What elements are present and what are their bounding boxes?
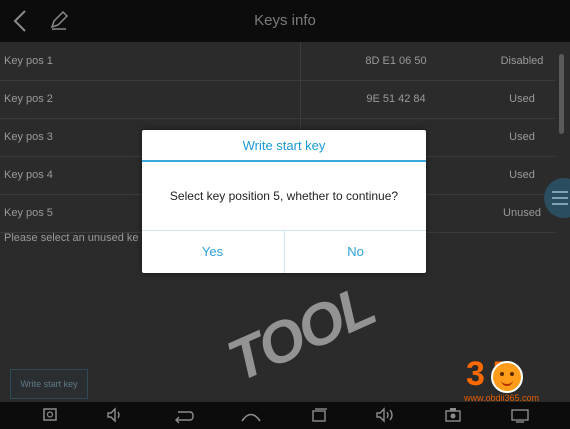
key-pos: Key pos 3 [4,131,53,143]
table-row[interactable]: Key pos 1 8D E1 06 50 Disabled [0,42,555,81]
key-status: Used [509,169,535,181]
key-code: 8D E1 06 50 [300,42,491,80]
cast-icon[interactable] [505,406,535,424]
site-brand-logo: 3 5 www.obdii365.com [464,355,562,405]
key-status: Disabled [500,55,544,67]
dialog-title: Write start key [242,138,326,153]
key-pos: Key pos 1 [4,55,53,67]
screenshot-icon[interactable] [35,406,65,424]
key-pos: Key pos 2 [4,93,53,105]
screen: Keys info Key pos 1 8D E1 06 50 Disabled… [0,0,570,429]
volume-up-icon[interactable] [370,406,400,424]
camera-icon[interactable] [438,406,468,424]
volume-down-icon[interactable] [100,406,130,424]
key-pos: Key pos 4 [4,169,53,181]
scrollbar[interactable] [559,54,564,134]
home-icon[interactable] [236,406,266,424]
yes-button[interactable]: Yes [142,231,283,273]
back-icon[interactable] [168,406,198,424]
bottom-nav-bar [0,402,570,429]
key-pos: Key pos 5 [4,207,53,219]
write-start-key-button[interactable]: Write start key [10,369,88,399]
key-status: Unused [503,207,541,219]
hint-text: Please select an unused ke [4,232,139,244]
dialog-message: Select key position 5, whether to contin… [169,189,399,203]
brand-url: www.obdii365.com [464,393,540,403]
top-bar: Keys info [0,0,570,42]
dialog-title-divider [142,160,426,162]
table-row[interactable]: Key pos 2 9E 51 42 84 Used [0,80,555,119]
key-status: Used [509,93,535,105]
key-status: Used [509,131,535,143]
key-code: 9E 51 42 84 [300,80,491,118]
page-title: Keys info [254,12,316,29]
smiley-face-icon [491,361,523,393]
no-button[interactable]: No [285,231,426,273]
recent-apps-icon[interactable] [304,406,334,424]
confirm-dialog: Write start key Select key position 5, w… [142,130,426,273]
menu-icon [552,191,568,209]
